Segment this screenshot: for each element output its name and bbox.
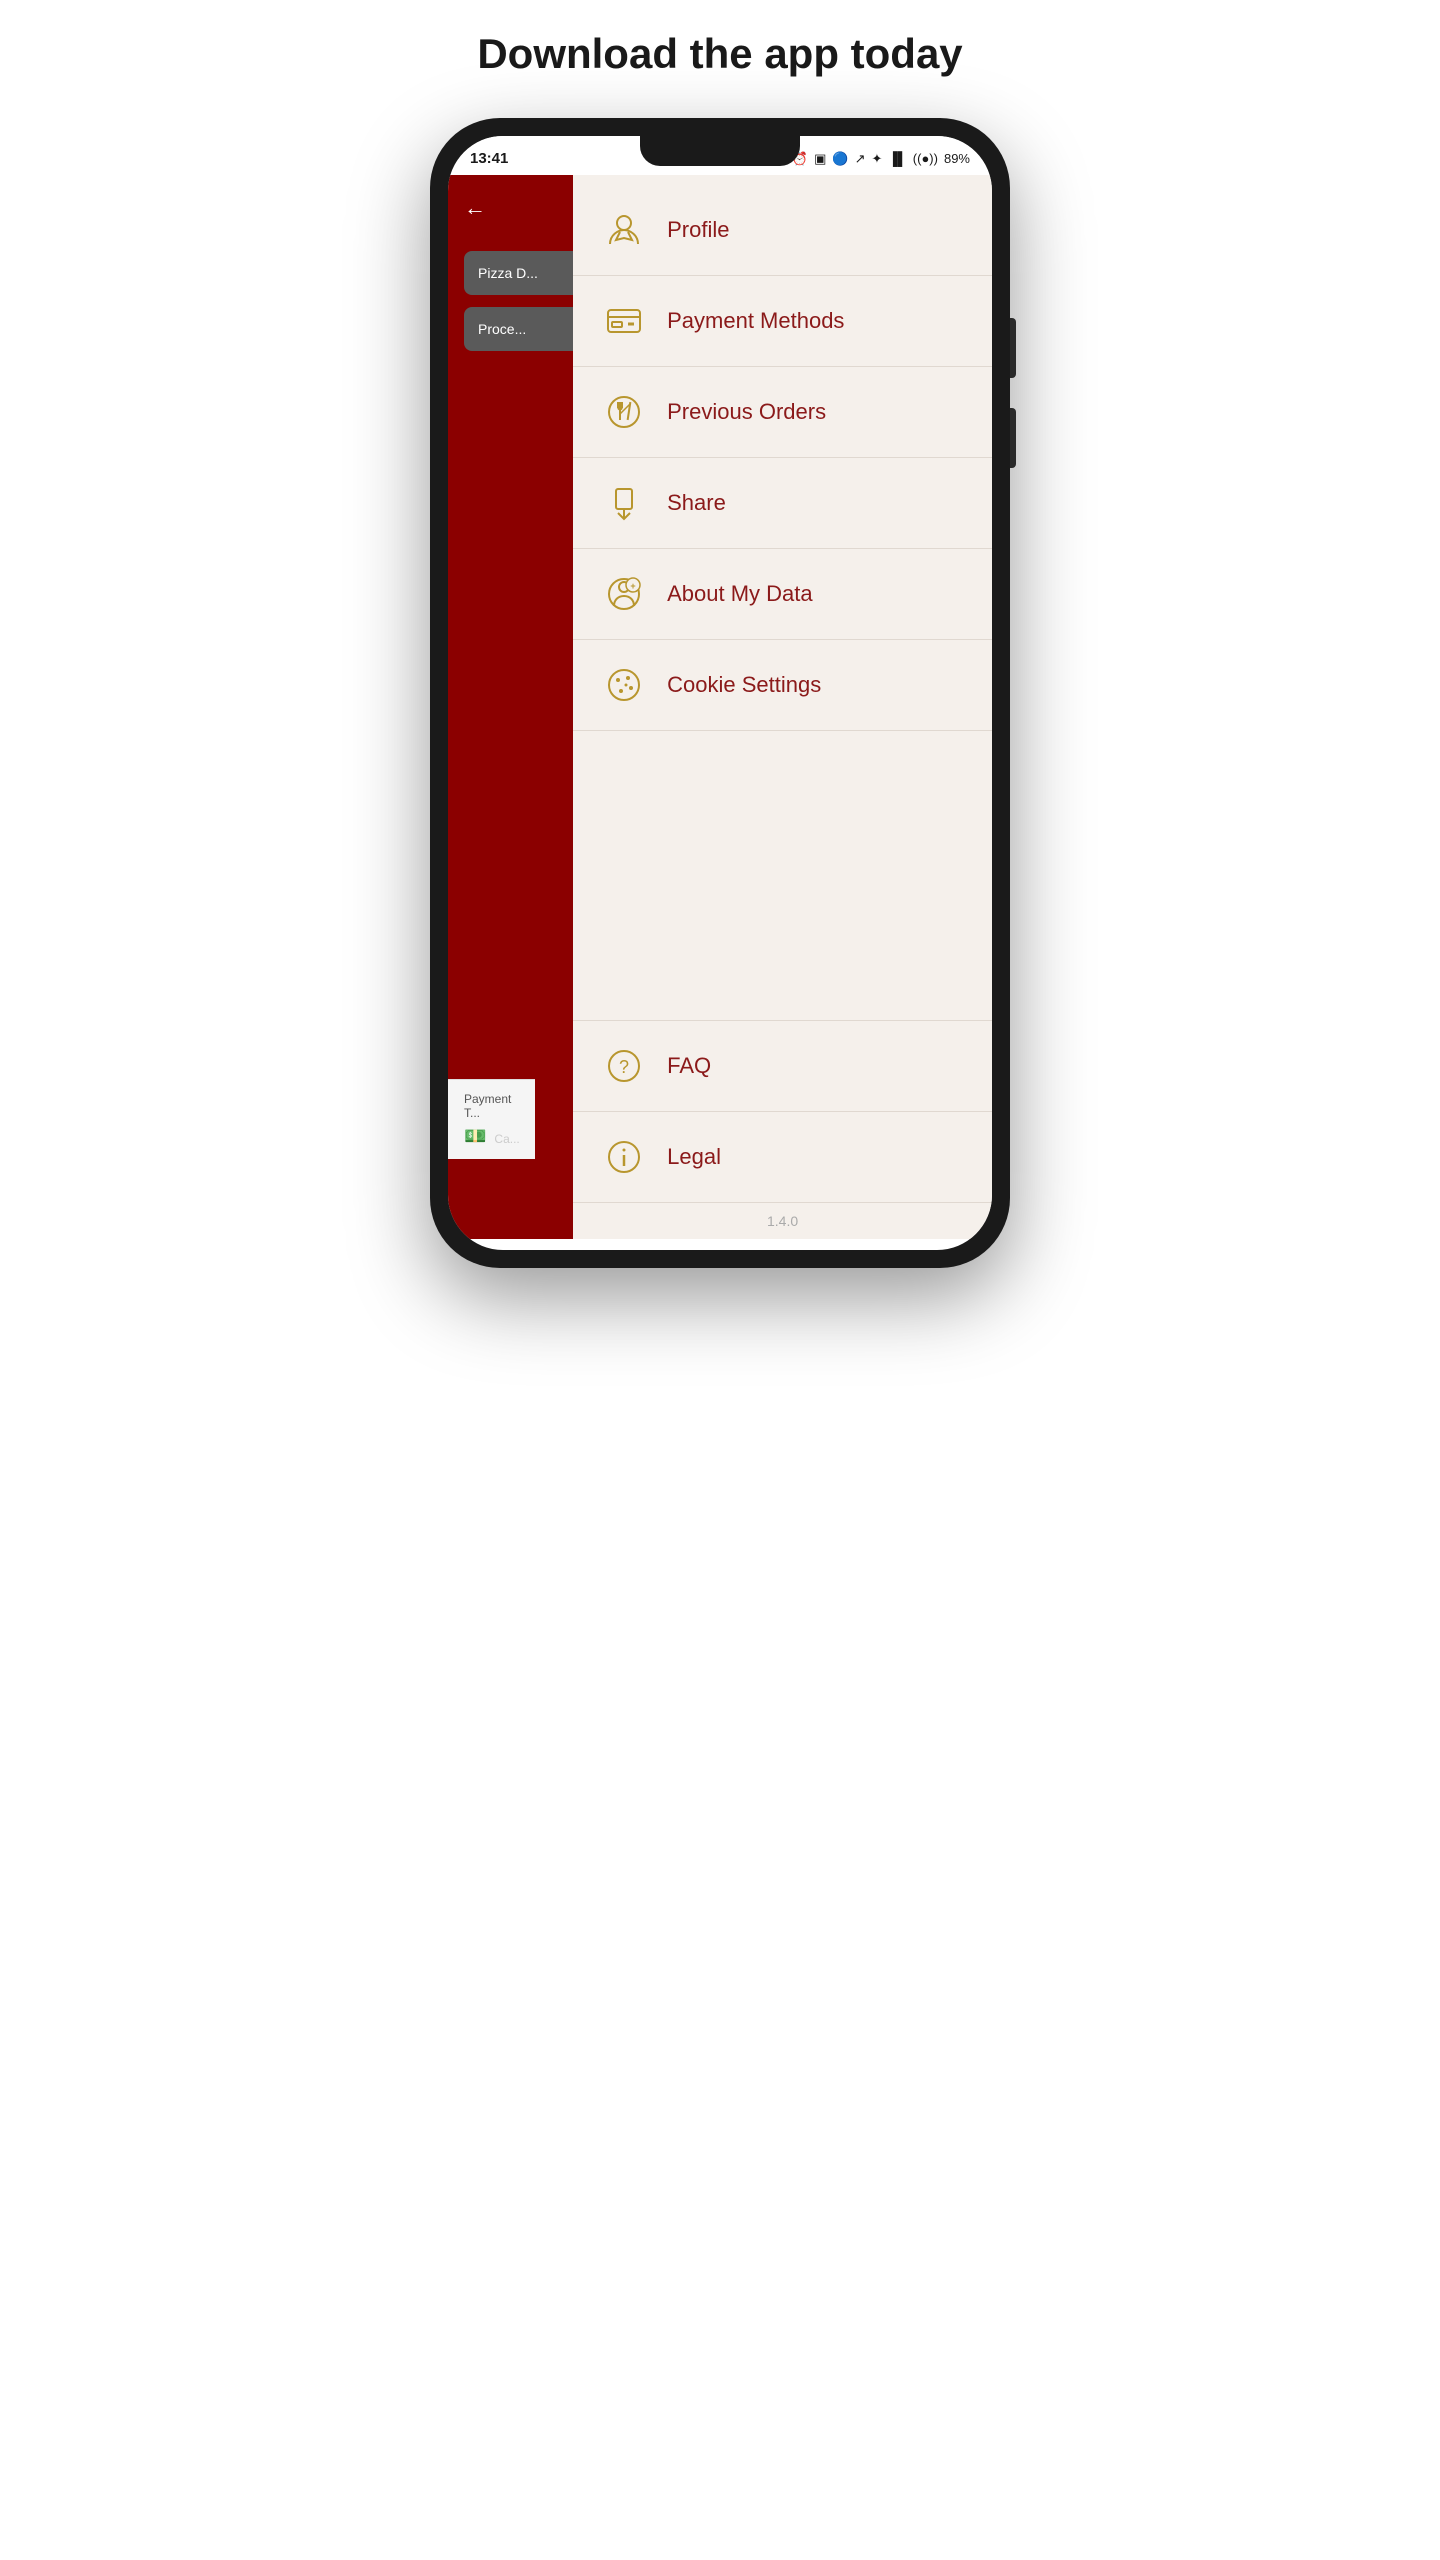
signal-icon: ▐▌ [888,151,906,166]
svg-text:?: ? [619,1057,629,1077]
menu-label-legal: Legal [667,1144,721,1170]
question-icon: ? [601,1043,647,1089]
menu-item-faq[interactable]: ? FAQ [573,1021,992,1112]
screen-content: ← Pizza D... Proce... Payment T... 💵 Ca.… [448,175,992,1239]
bg-payment-icon: 💵 Ca... [464,1126,519,1147]
cookie-icon [601,662,647,708]
location-icon: ↗ [855,151,866,167]
bg-payment-bar: Payment T... 💵 Ca... [448,1079,535,1159]
card-icon [601,298,647,344]
menu-label-share: Share [667,490,726,516]
menu-item-about-my-data[interactable]: + About My Data [573,549,992,640]
menu-label-previous-orders: Previous Orders [667,399,826,425]
menu-label-faq: FAQ [667,1053,711,1079]
menu-item-profile[interactable]: Profile [573,185,992,276]
battery-text: 89% [944,151,970,166]
menu-spacer [573,731,992,1020]
status-icons: 🔕 ⏰ ▣ 🔵 ↗ ✦ ▐▌ ((●)) 89% [770,151,970,167]
fork-icon [601,389,647,435]
menu-item-share[interactable]: Share [573,458,992,549]
vpn-icon: 🔵 [832,151,848,167]
sim-icon: ▣ [814,151,826,167]
menu-label-cookie-settings: Cookie Settings [667,672,821,698]
page-heading: Download the app today [477,30,962,78]
info-icon [601,1134,647,1180]
menu-item-cookie-settings[interactable]: Cookie Settings [573,640,992,731]
drawer-menu: Profile Payment Methods [573,175,992,1239]
menu-bottom: ? FAQ L [573,1020,992,1239]
share-icon [601,480,647,526]
wifi-icon: ((●)) [913,151,938,166]
status-time: 13:41 [470,150,508,167]
menu-item-previous-orders[interactable]: Previous Orders [573,367,992,458]
menu-label-about-my-data: About My Data [667,581,813,607]
phone-frame: 13:41 🔕 ⏰ ▣ 🔵 ↗ ✦ ▐▌ ((●)) 89% ← Pizza [430,118,1010,1268]
version-text: 1.4.0 [573,1203,992,1239]
person-icon [601,207,647,253]
bluetooth-icon: ✦ [871,151,882,167]
phone-notch [640,136,800,166]
menu-label-payment-methods: Payment Methods [667,308,844,334]
bg-payment-text: Payment T... [464,1092,519,1120]
menu-item-legal[interactable]: Legal [573,1112,992,1203]
phone-screen: 13:41 🔕 ⏰ ▣ 🔵 ↗ ✦ ▐▌ ((●)) 89% ← Pizza [448,136,992,1250]
data-icon: + [601,571,647,617]
menu-items-list: Profile Payment Methods [573,175,992,731]
menu-label-profile: Profile [667,217,729,243]
menu-item-payment-methods[interactable]: Payment Methods [573,276,992,367]
svg-text:+: + [630,581,635,591]
